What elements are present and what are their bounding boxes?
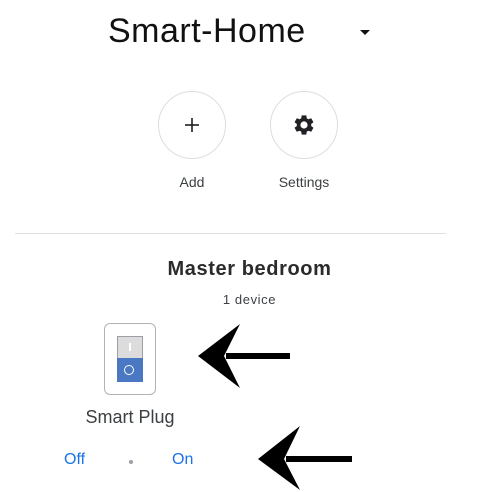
device-name: Smart Plug (85, 407, 175, 427)
settings-label: Settings (278, 174, 330, 190)
left-arrow-icon (198, 324, 290, 388)
home-header: Smart-Home (0, 8, 499, 58)
device-tile[interactable] (104, 323, 156, 395)
switch-off-half (117, 358, 143, 382)
settings-button[interactable]: Settings (264, 91, 344, 190)
section-divider (15, 233, 446, 234)
caret-down-icon[interactable] (360, 30, 370, 35)
left-arrow-icon (258, 426, 352, 490)
add-circle[interactable] (158, 91, 226, 159)
power-separator-dot (129, 460, 133, 464)
add-button[interactable]: Add (152, 91, 232, 190)
settings-circle[interactable] (270, 91, 338, 159)
room-device-count: 1 device (222, 292, 277, 307)
home-title[interactable]: Smart-Home (108, 12, 306, 51)
switch-off-mark (124, 365, 134, 375)
plus-icon (185, 118, 199, 132)
room-title: Master bedroom (167, 258, 332, 280)
switch-on-mark (129, 343, 131, 351)
add-label: Add (179, 174, 205, 190)
power-on-button[interactable]: On (172, 451, 193, 469)
gear-icon (294, 115, 314, 135)
rocker-switch-icon (117, 336, 143, 382)
power-off-button[interactable]: Off (64, 451, 85, 469)
